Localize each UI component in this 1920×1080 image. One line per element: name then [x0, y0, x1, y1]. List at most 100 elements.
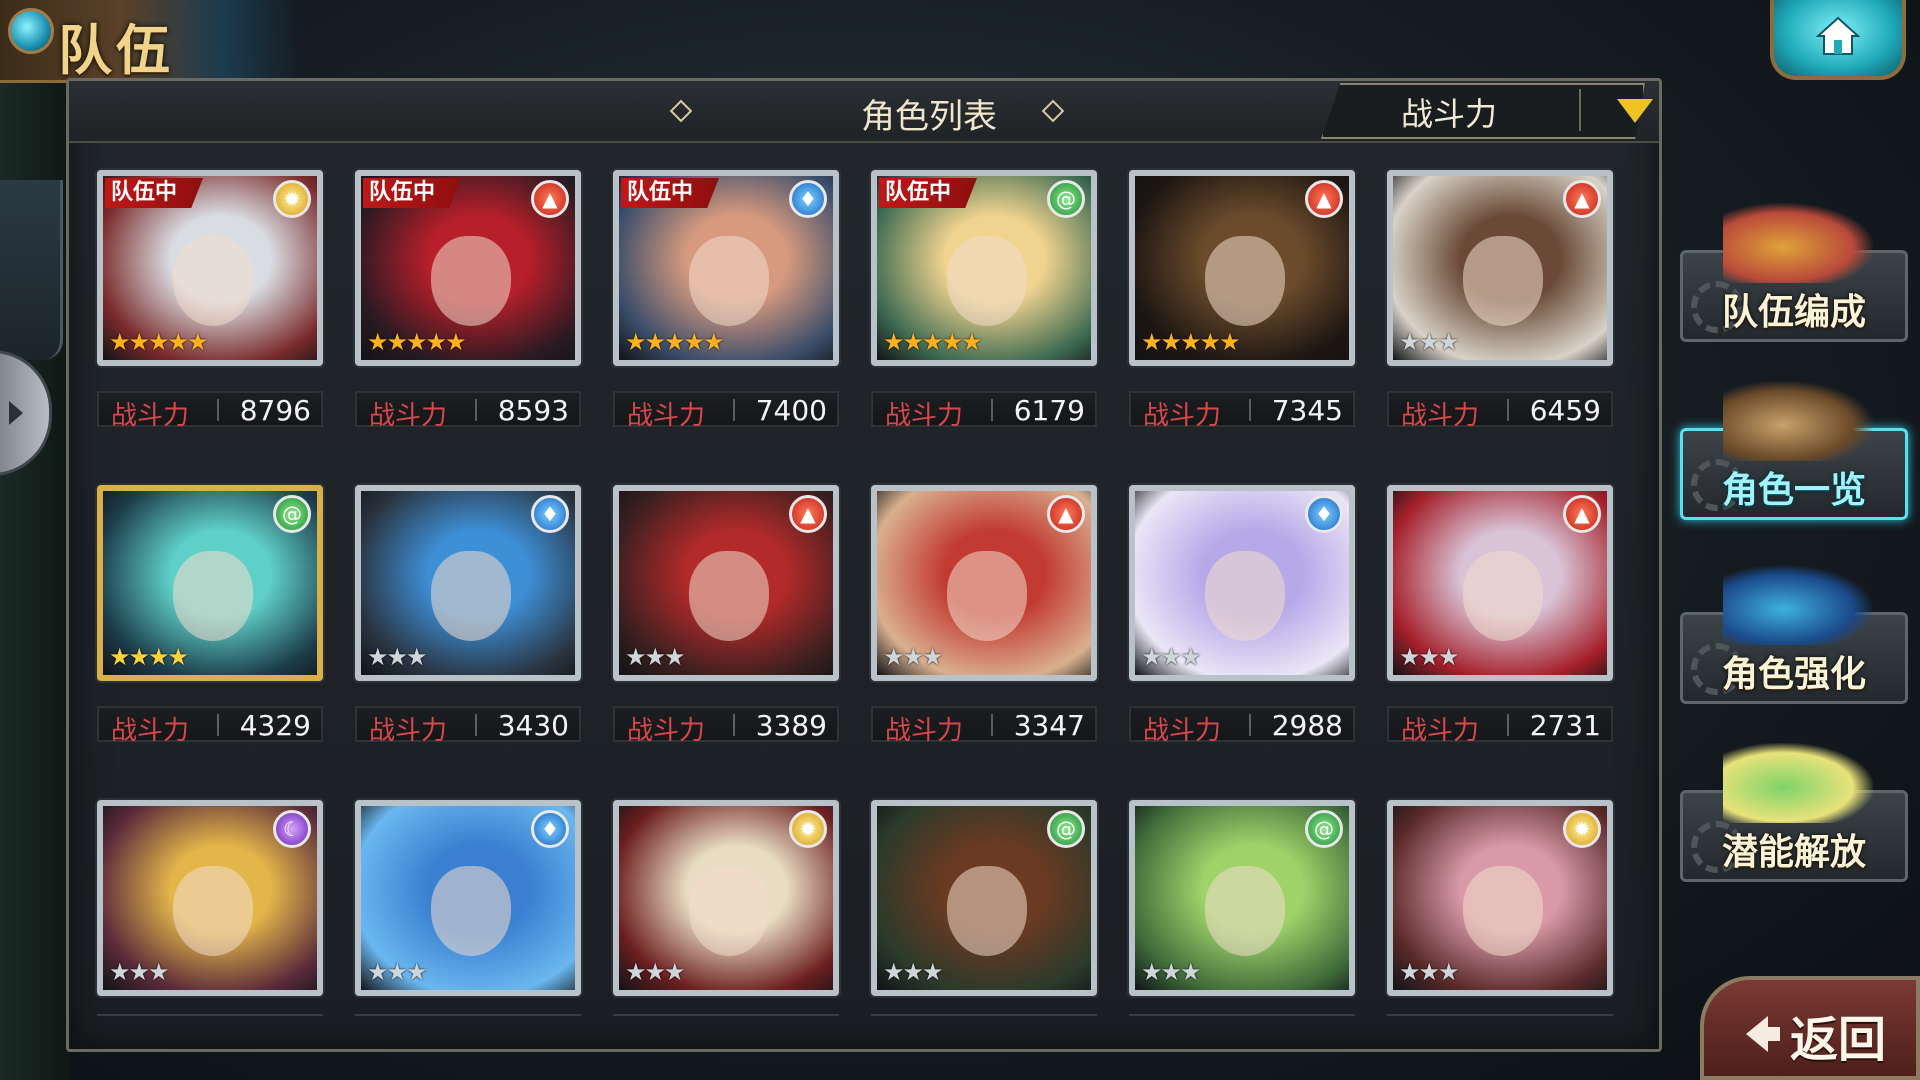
rarity-stars: ★★★ [109, 958, 170, 986]
power-label: 战斗力 [885, 401, 964, 431]
character-card[interactable]: ♦ ★★★ [1129, 485, 1355, 681]
character-card[interactable]: @ ★★★ [871, 800, 1097, 996]
character-face [431, 551, 511, 641]
character-face [1463, 236, 1543, 326]
character-book-icon [1723, 381, 1873, 461]
rarity-stars: ★★★ [1141, 643, 1202, 671]
power-bar: 战斗力 7400 [613, 391, 839, 431]
power-bar-placeholder [871, 1014, 1097, 1016]
rarity-stars: ★★★ [883, 643, 944, 671]
home-icon [1816, 16, 1860, 55]
character-card[interactable]: ♦ ★★★ [355, 485, 581, 681]
power-value: 2988 [1271, 709, 1343, 742]
character-face [1463, 866, 1543, 956]
rarity-stars: ★★★★★ [109, 328, 209, 356]
sun-icon: ✹ [789, 810, 827, 848]
character-card[interactable]: @ ★★★ [1129, 800, 1355, 996]
character-card[interactable]: ♦ ★★★ [355, 800, 581, 996]
enhance-crystal-icon [1723, 565, 1873, 645]
power-value: 3430 [497, 709, 569, 742]
character-face [689, 866, 769, 956]
back-button[interactable]: 返回 [1700, 976, 1920, 1080]
water-drop-icon: ♦ [531, 810, 569, 848]
power-separator [991, 399, 993, 421]
sun-icon: ✹ [1563, 810, 1601, 848]
power-separator [733, 714, 735, 736]
in-team-badge: 队伍中 [621, 178, 720, 208]
character-card[interactable]: 队伍中 @ ★★★★★ [871, 170, 1097, 366]
character-face [1205, 236, 1285, 326]
left-pillar-decoration [0, 180, 63, 360]
character-card[interactable]: @ ★★★★ [97, 485, 323, 681]
power-bar-placeholder [613, 1014, 839, 1016]
character-card[interactable]: 队伍中 ▲ ★★★★★ [355, 170, 581, 366]
character-card[interactable]: ▲ ★★★ [613, 485, 839, 681]
side-menu-button[interactable]: 角色强化 [1680, 565, 1908, 704]
side-menu-button[interactable]: 队伍编成 [1680, 203, 1908, 342]
power-separator [1249, 714, 1251, 736]
character-card[interactable]: ▲ ★★★ [1387, 485, 1613, 681]
power-bar: 战斗力 2731 [1387, 706, 1613, 746]
power-label: 战斗力 [369, 401, 448, 431]
in-team-badge: 队伍中 [363, 178, 462, 208]
power-value: 3389 [755, 709, 827, 742]
power-bar: 战斗力 6179 [871, 391, 1097, 431]
sort-dropdown-label[interactable]: 战斗力 [1369, 89, 1529, 135]
power-label: 战斗力 [111, 716, 190, 746]
power-label: 战斗力 [1401, 716, 1480, 746]
power-bar: 战斗力 8593 [355, 391, 581, 431]
power-label: 战斗力 [111, 401, 190, 431]
fire-icon: ▲ [1047, 495, 1085, 533]
power-separator [733, 399, 735, 421]
power-bar: 战斗力 3430 [355, 706, 581, 746]
home-button[interactable] [1770, 0, 1906, 80]
character-face [1205, 866, 1285, 956]
power-value: 7400 [755, 394, 827, 427]
rarity-stars: ★★★ [1399, 958, 1460, 986]
power-separator [475, 399, 477, 421]
power-separator [1507, 399, 1509, 421]
power-separator [1507, 714, 1509, 736]
power-label: 战斗力 [1143, 401, 1222, 431]
character-card[interactable]: 队伍中 ✹ ★★★★★ [97, 170, 323, 366]
wind-swirl-icon: @ [1047, 810, 1085, 848]
character-card[interactable]: ▲ ★★★★★ [1129, 170, 1355, 366]
chevron-down-icon[interactable] [1617, 99, 1653, 123]
power-bar: 战斗力 4329 [97, 706, 323, 746]
power-separator [991, 714, 993, 736]
character-face [689, 236, 769, 326]
power-value: 8796 [239, 394, 311, 427]
diamond-ornament-icon [669, 99, 693, 123]
power-separator [1249, 399, 1251, 421]
rarity-stars: ★★★★★ [1141, 328, 1241, 356]
rarity-stars: ★★★ [625, 643, 686, 671]
power-label: 战斗力 [627, 401, 706, 431]
character-card[interactable]: ✹ ★★★ [1387, 800, 1613, 996]
fire-icon: ▲ [789, 495, 827, 533]
rarity-stars: ★★★ [883, 958, 944, 986]
character-card[interactable]: 队伍中 ♦ ★★★★★ [613, 170, 839, 366]
character-card[interactable]: ▲ ★★★ [871, 485, 1097, 681]
side-menu-button[interactable]: 潜能解放 [1680, 743, 1908, 882]
character-face [947, 551, 1027, 641]
power-value: 6179 [1013, 394, 1085, 427]
wind-swirl-icon: @ [273, 495, 311, 533]
fire-icon: ▲ [1563, 180, 1601, 218]
side-menu-button[interactable]: 角色一览 [1680, 381, 1908, 520]
character-card[interactable]: ✹ ★★★ [613, 800, 839, 996]
character-list-panel: 角色列表 战斗力 队伍中 ✹ ★★★★★ 战斗力 8796 队伍中 ▲ ★★★★★ 战斗力 859… [66, 78, 1662, 1052]
water-drop-icon: ♦ [1305, 495, 1343, 533]
character-card[interactable]: ▲ ★★★ [1387, 170, 1613, 366]
power-separator [217, 714, 219, 736]
character-face [173, 866, 253, 956]
rarity-stars: ★★★ [625, 958, 686, 986]
in-team-badge: 队伍中 [879, 178, 978, 208]
character-card[interactable]: ☾ ★★★ [97, 800, 323, 996]
power-label: 战斗力 [1401, 401, 1480, 431]
wind-swirl-icon: @ [1305, 810, 1343, 848]
power-bar: 战斗力 2988 [1129, 706, 1355, 746]
power-bar-placeholder [1387, 1014, 1613, 1016]
rarity-stars: ★★★ [1141, 958, 1202, 986]
rarity-stars: ★★★★★ [883, 328, 983, 356]
power-bar: 战斗力 8796 [97, 391, 323, 431]
